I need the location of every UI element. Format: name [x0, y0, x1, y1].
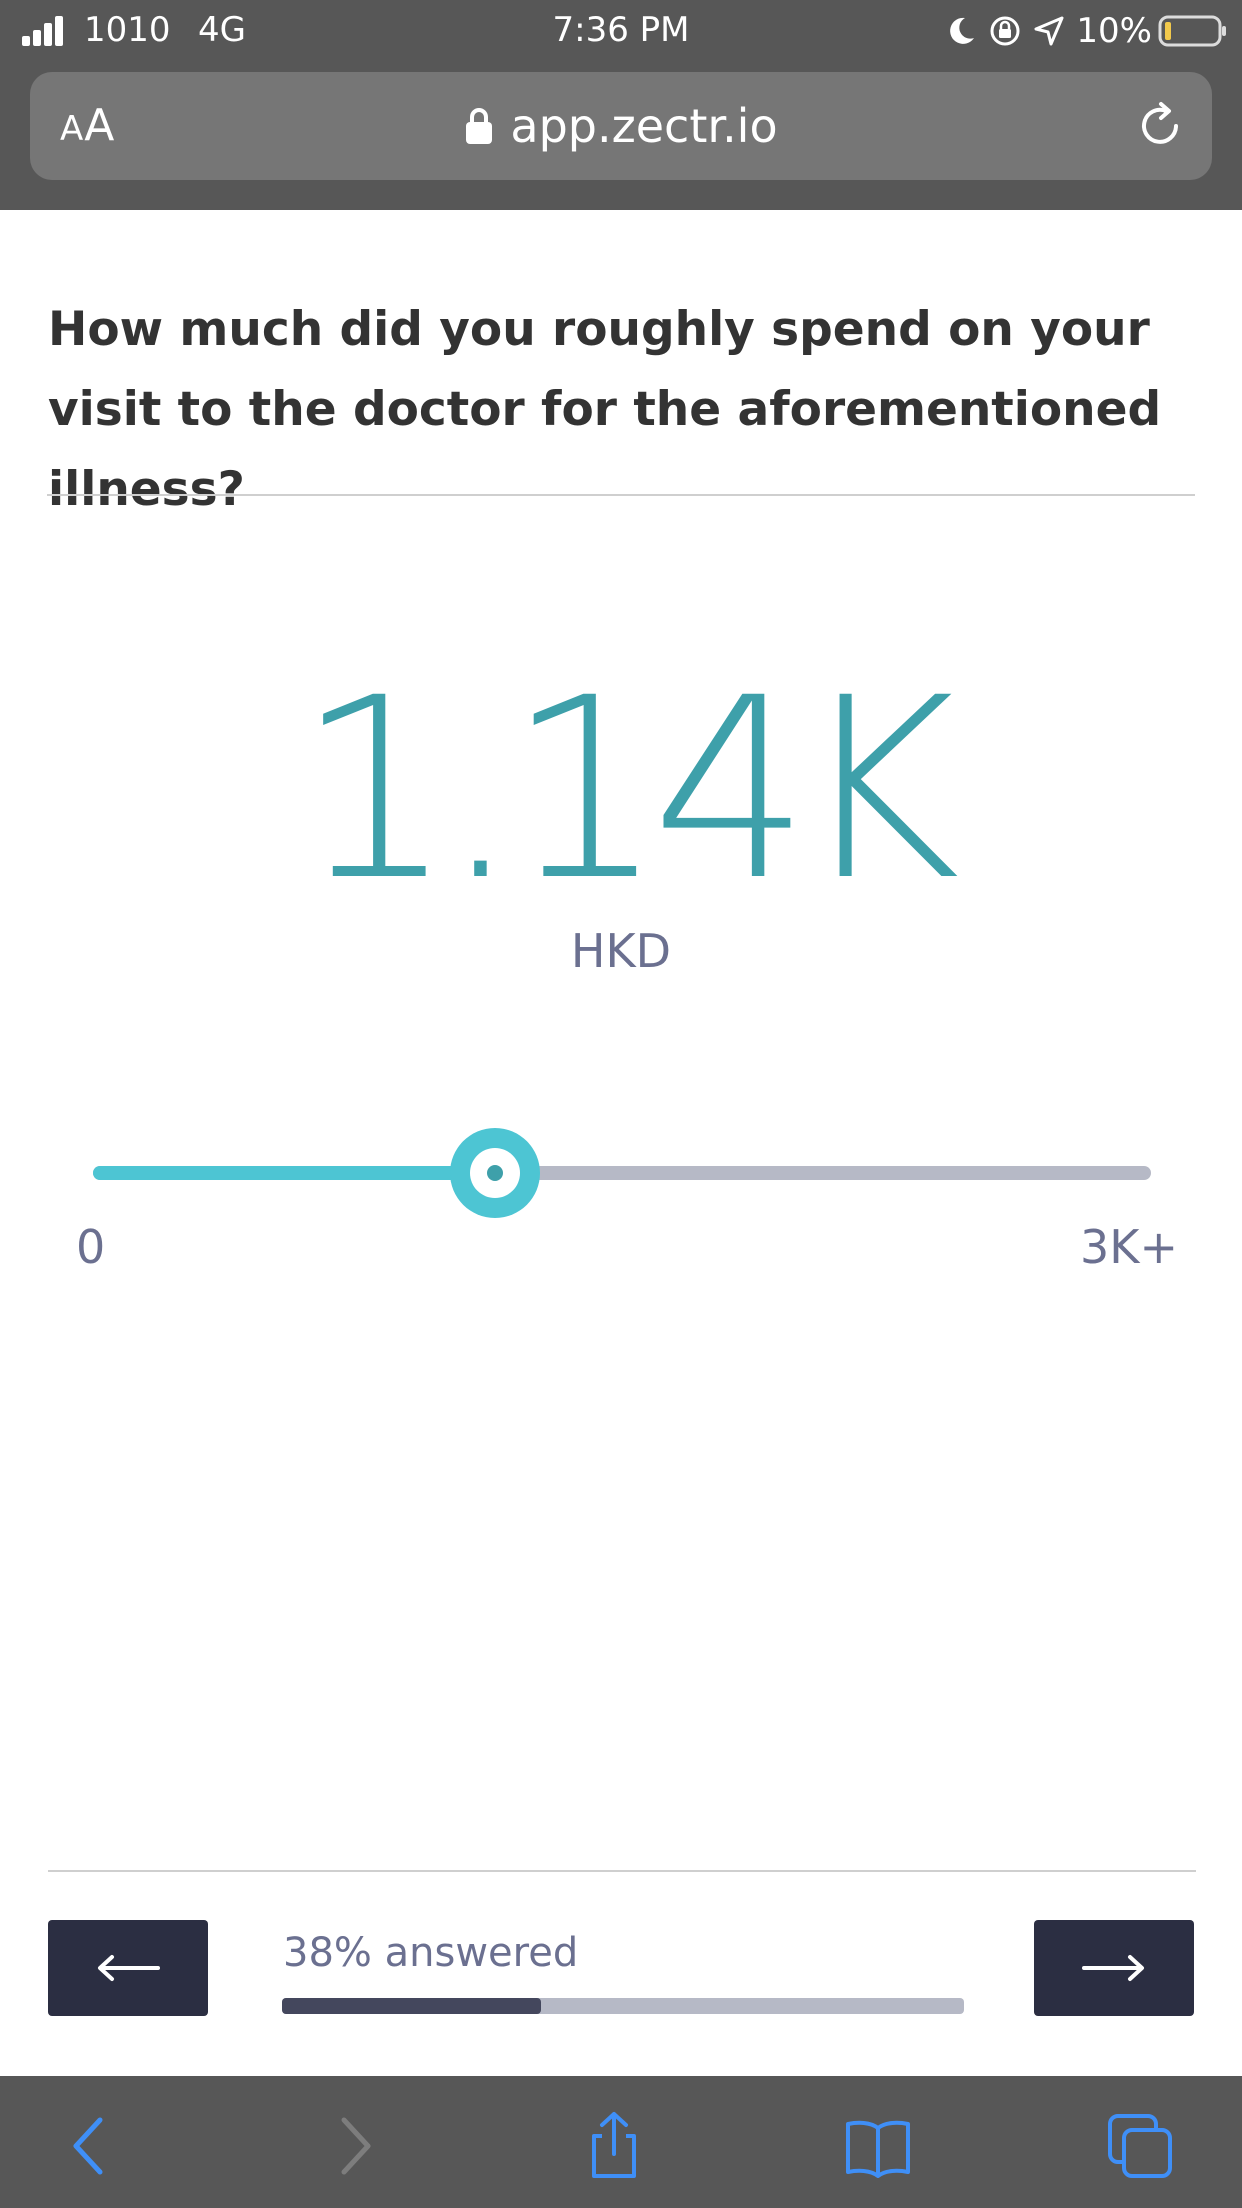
- location-arrow-icon: [1034, 16, 1064, 46]
- battery-icon: [1158, 15, 1226, 47]
- divider: [48, 1870, 1196, 1872]
- slider-thumb[interactable]: [450, 1128, 541, 1218]
- slider-max-label: 3K+: [1080, 1220, 1178, 1274]
- url-display[interactable]: app.zectr.io: [30, 72, 1212, 180]
- url-text: app.zectr.io: [510, 99, 778, 153]
- slider-thumb-dot: [487, 1165, 504, 1181]
- slider-min-label: 0: [76, 1220, 106, 1274]
- rotation-lock-icon: [990, 16, 1020, 46]
- address-bar[interactable]: AA app.zectr.io: [30, 72, 1212, 180]
- bookmarks-icon: [846, 2120, 910, 2178]
- browser-top-chrome: 1010 4G 7:36 PM 10% AA app.zectr.io: [0, 0, 1242, 210]
- share-button[interactable]: [574, 2106, 654, 2186]
- status-bar: 1010 4G 7:36 PM 10%: [0, 0, 1242, 62]
- forward-button[interactable]: [314, 2106, 394, 2186]
- battery-percentage: 10%: [1076, 11, 1152, 51]
- next-button[interactable]: [1034, 1920, 1194, 2016]
- browser-toolbar: [0, 2076, 1242, 2208]
- answer-value: 1.14K: [295, 644, 961, 935]
- back-icon: [73, 2117, 103, 2175]
- moon-icon: [950, 17, 975, 44]
- progress-fill: [282, 1998, 542, 2014]
- reload-icon[interactable]: [1132, 98, 1188, 154]
- tabs-icon: [1108, 2114, 1172, 2178]
- amount-slider[interactable]: [93, 1128, 1151, 1218]
- tabs-button[interactable]: [1100, 2106, 1180, 2186]
- progress-bar: [282, 1998, 964, 2014]
- status-indicators: 10%: [944, 10, 1228, 52]
- arrow-right-icon: [1082, 1955, 1144, 1981]
- divider: [47, 494, 1195, 496]
- arrow-left-icon: [98, 1955, 160, 1981]
- bookmarks-button[interactable]: [838, 2106, 918, 2186]
- progress-label: 38% answered: [283, 1930, 579, 1976]
- previous-button[interactable]: [48, 1920, 208, 2016]
- share-icon: [592, 2112, 636, 2178]
- currency-label: HKD: [570, 924, 672, 978]
- forward-icon: [341, 2117, 371, 2175]
- slider-fill: [93, 1166, 496, 1180]
- back-button[interactable]: [50, 2106, 130, 2186]
- padlock-icon: [466, 108, 493, 144]
